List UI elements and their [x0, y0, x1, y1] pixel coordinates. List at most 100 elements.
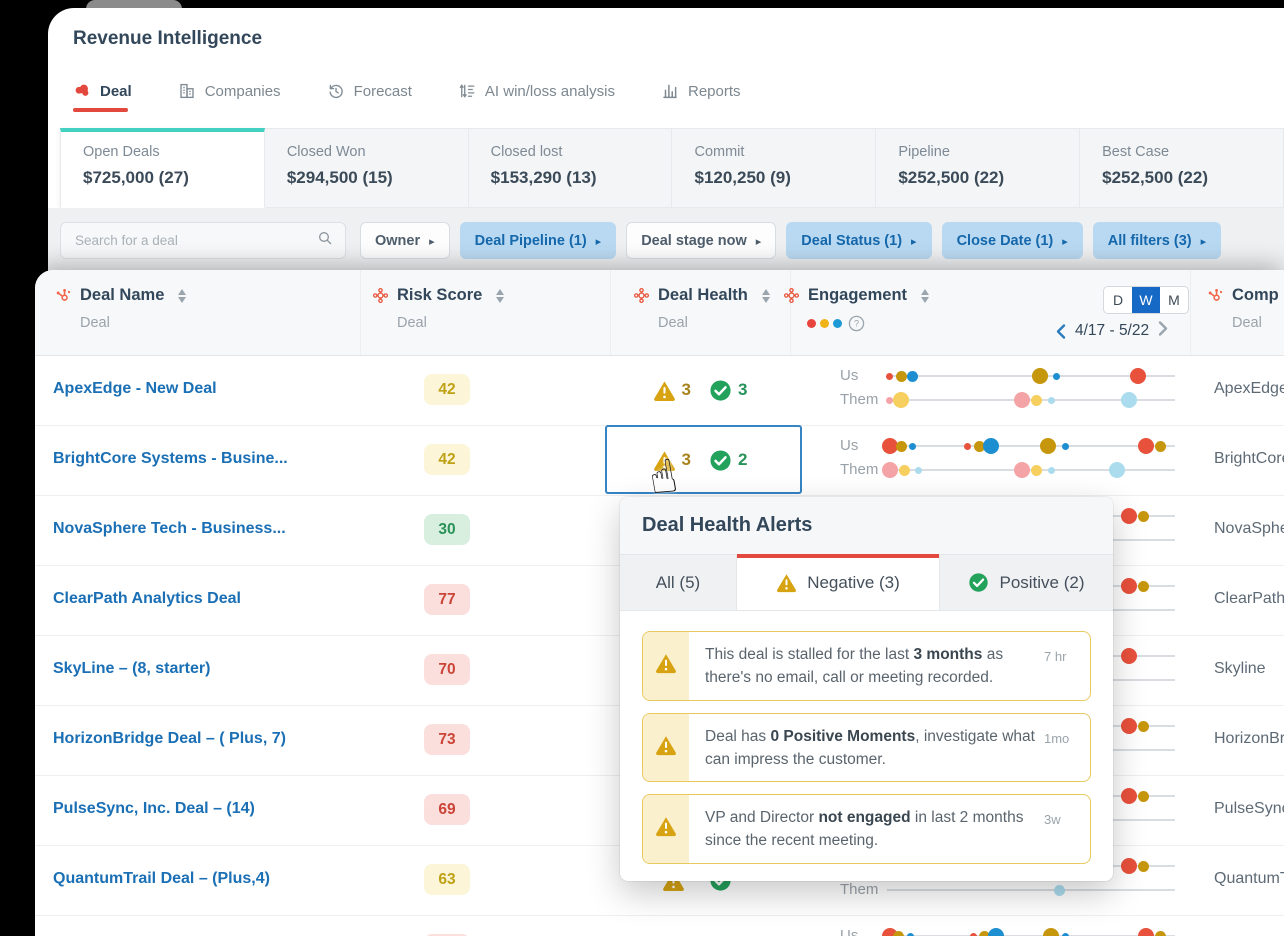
summary-card-value: $725,000 (27)	[83, 168, 189, 187]
risk-score-badge: 70	[424, 654, 470, 685]
engagement-dot	[1155, 930, 1167, 936]
deal-name-link[interactable]: ApexEdge - New Deal	[53, 380, 217, 398]
popup-tab-label: Negative (3)	[807, 572, 900, 592]
engagement-dot	[1047, 396, 1055, 404]
column-subtitle: Deal	[658, 315, 688, 331]
engagement-dot	[886, 372, 894, 380]
chevron-right-icon[interactable]	[1157, 320, 1169, 342]
deal-name-link[interactable]: SkyLine – (8, starter)	[53, 660, 210, 678]
summary-card-label: Commit	[694, 144, 745, 160]
summary-card-label: Closed lost	[490, 144, 563, 160]
risk-score-badge: 63	[424, 864, 470, 895]
alert-warning-strip	[643, 713, 689, 781]
caret-right-icon: ▸	[595, 235, 602, 248]
risk-score-badge: 30	[424, 514, 470, 545]
filter-chip-deal-pipeline-1[interactable]: Deal Pipeline (1) ▸	[459, 222, 617, 259]
date-range-nav: 4/17 - 5/22	[1055, 320, 1169, 342]
legend-dot	[833, 319, 842, 328]
app-cross-icon	[633, 287, 650, 304]
summary-card-closed-won[interactable]: Closed Won $294,500 (15)	[264, 128, 469, 208]
column-subtitle: Deal	[1232, 315, 1262, 331]
sort-control[interactable]	[496, 288, 505, 303]
alert-text: VP and Director not engaged in last 2 mo…	[705, 809, 1024, 850]
engagement-label-us: Us	[840, 437, 859, 454]
engagement-legend: ?	[807, 315, 929, 332]
engagement-dot	[907, 370, 919, 382]
column-title: Deal Name	[80, 286, 165, 304]
column-header-deal-name: Deal Name Deal	[55, 286, 187, 331]
svg-text:?: ?	[854, 319, 859, 329]
help-icon[interactable]: ?	[848, 315, 865, 332]
summary-card-closed-lost[interactable]: Closed lost $153,290 (13)	[468, 128, 673, 208]
sort-control[interactable]	[761, 288, 770, 303]
popup-tab-negative-3[interactable]: Negative (3)	[737, 554, 940, 610]
deal-health-cell[interactable]	[610, 915, 790, 936]
filter-chip-owner[interactable]: Owner ▸	[360, 222, 450, 259]
filter-chip-label: Close Date (1)	[956, 232, 1054, 249]
engagement-dot	[898, 464, 910, 476]
deal-name-link[interactable]: PulseSync, Inc. Deal – (14)	[53, 800, 255, 818]
selected-cell-outline	[605, 425, 802, 494]
engagement-dot	[1109, 462, 1126, 478]
filter-chip-deal-status-1[interactable]: Deal Status (1) ▸	[786, 222, 932, 259]
deal-name-link[interactable]: NovaSphere Tech - Business...	[53, 520, 286, 538]
filter-chip-close-date-1[interactable]: Close Date (1) ▸	[941, 222, 1083, 259]
engagement-cell: Us Them	[803, 355, 1190, 425]
summary-card-best-case[interactable]: Best Case $252,500 (22)	[1080, 128, 1284, 208]
filter-chip-deal-stage-now[interactable]: Deal stage now ▸	[626, 222, 777, 259]
risk-score-badge: 77	[424, 584, 470, 615]
engagement-dot	[893, 392, 910, 408]
popup-tab-positive-2[interactable]: Positive (2)	[940, 555, 1113, 610]
period-option-w[interactable]: W	[1132, 287, 1160, 313]
deal-name-link[interactable]: BrightCore Systems - Busine...	[53, 450, 288, 468]
filter-chip-label: Deal stage now	[641, 232, 747, 249]
search-icon	[317, 230, 333, 251]
period-option-m[interactable]: M	[1160, 287, 1188, 313]
deal-health-cell[interactable]: 33	[610, 355, 790, 425]
sort-control[interactable]	[178, 288, 187, 303]
summary-card-pipeline[interactable]: Pipeline $252,500 (22)	[876, 128, 1081, 208]
table-row: UsThem	[35, 915, 1284, 936]
search-box	[60, 222, 346, 259]
summary-card-label: Closed Won	[286, 144, 366, 160]
caret-right-icon: ▸	[755, 235, 762, 248]
alert-timestamp: 7 hr	[1044, 649, 1067, 664]
deal-name-link[interactable]: ClearPath Analytics Deal	[53, 590, 241, 608]
nav-tab-reports[interactable]: Reports	[661, 82, 741, 118]
nav-tab-forecast[interactable]: Forecast	[327, 82, 412, 118]
filter-chip-all-filters-3[interactable]: All filters (3) ▸	[1092, 222, 1222, 259]
summary-card-open-deals[interactable]: Open Deals $725,000 (27)	[60, 128, 265, 208]
search-input[interactable]	[73, 232, 309, 249]
period-toggle: DWM	[1103, 286, 1189, 314]
sort-control[interactable]	[921, 288, 930, 303]
page-title: Revenue Intelligence	[73, 28, 263, 49]
engagement-label-us: Us	[840, 367, 859, 384]
warning-icon	[776, 572, 797, 593]
deal-name-link[interactable]: QuantumTrail Deal – (Plus,4)	[53, 870, 270, 888]
engagement-dot	[1062, 442, 1070, 450]
company-cell: BrightCore	[1214, 450, 1284, 467]
engagement-label-them: Them	[840, 461, 879, 478]
engagement-dot	[1053, 372, 1061, 380]
chevron-left-icon[interactable]	[1055, 323, 1067, 340]
engagement-dot	[1120, 508, 1137, 524]
engagement-dot	[964, 442, 972, 450]
popup-tab-all-5[interactable]: All (5)	[620, 555, 737, 610]
engagement-dot	[1054, 884, 1066, 896]
period-option-d[interactable]: D	[1104, 287, 1132, 313]
check-icon	[968, 572, 989, 593]
deal-name-link[interactable]: HorizonBridge Deal – ( Plus, 7)	[53, 730, 286, 748]
nav-tab-label: Forecast	[353, 82, 412, 100]
nav-tab-deal[interactable]: Deal	[73, 82, 132, 118]
nav-tab-ai-win-loss-analysis[interactable]: AI win/loss analysis	[458, 82, 615, 118]
companies-icon	[178, 82, 196, 100]
alert-warning-strip	[643, 795, 689, 863]
engagement-dot	[1040, 438, 1057, 454]
column-subtitle: Deal	[397, 315, 427, 331]
summary-card-commit[interactable]: Commit $120,250 (9)	[672, 128, 877, 208]
risk-score-badge: 42	[424, 374, 470, 405]
engagement-label-them: Them	[840, 391, 879, 408]
positive-count: 3	[738, 380, 748, 399]
caret-right-icon: ▸	[911, 235, 917, 248]
nav-tab-companies[interactable]: Companies	[178, 82, 281, 118]
